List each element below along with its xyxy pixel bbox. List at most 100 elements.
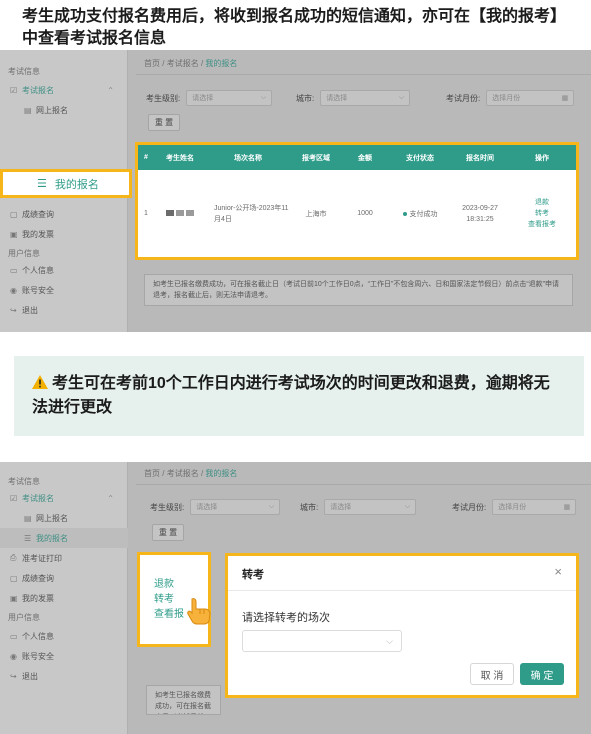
sidebar-item-score[interactable]: ▢ 成绩查询 — [0, 568, 128, 588]
warning-band: 考生可在考前10个工作日内进行考试场次的时间更改和退费，逾期将无法进行更改 — [0, 338, 591, 452]
document-icon: ▤ — [24, 513, 32, 523]
calendar-icon: ▦ — [563, 504, 571, 511]
invoice-icon: ▣ — [10, 593, 18, 603]
chevron-up-icon: ⌃ — [107, 85, 114, 95]
city-select[interactable]: 请选择 ⌵ — [320, 90, 411, 106]
reset-button[interactable]: 重 置 — [152, 524, 184, 541]
month-picker-placeholder: 选择月份 — [498, 504, 527, 511]
document-icon: ▤ — [24, 105, 32, 115]
sidebar-item-label: 成绩查询 — [22, 573, 54, 583]
column-header: # — [144, 154, 148, 161]
breadcrumb-exam-reg[interactable]: 考试报名 — [167, 59, 199, 68]
time-clock: 18:31:25 — [466, 215, 494, 223]
cell-region: 上海市 — [305, 210, 327, 218]
list-icon: ☰ — [37, 178, 47, 190]
sidebar-item-invoice[interactable]: ▣ 我的发票 — [0, 588, 128, 608]
sidebar-item-label: 账号安全 — [22, 285, 54, 295]
sidebar-item-online-reg[interactable]: ▤ 网上报名 — [0, 100, 128, 120]
sidebar-item-score[interactable]: ▢ 成绩查询 — [0, 204, 128, 224]
sidebar-item-online-reg[interactable]: ▤ 网上报名 — [0, 508, 128, 528]
level-select[interactable]: 请选择 ⌵ — [186, 90, 273, 106]
breadcrumb-home[interactable]: 首页 — [144, 59, 160, 68]
filter-city: 城市: 请选择 ⌵ — [300, 499, 417, 515]
cell-operations: 退款 转考 查看报考 — [508, 197, 576, 230]
column-header: 报名时间 — [466, 154, 494, 162]
column-header: 支付状态 — [406, 154, 434, 162]
chevron-up-icon: ⌃ — [107, 493, 114, 503]
sidebar-item-security[interactable]: ◉ 账号安全 — [0, 646, 128, 666]
divider — [136, 484, 591, 485]
checkbox-icon: ☑ — [10, 85, 18, 95]
transfer-link[interactable]: 转考 — [535, 208, 549, 219]
filter-level-label: 考生级别: — [146, 93, 181, 103]
warning-box: 考生可在考前10个工作日内进行考试场次的时间更改和退费，逾期将无法进行更改 — [14, 356, 584, 436]
sidebar-item-my-reg[interactable]: ☰ 我的报名 — [0, 169, 132, 198]
sidebar-item-admit-print[interactable]: ⎙ 准考证打印 — [0, 548, 128, 568]
refund-link[interactable]: 退款 — [154, 577, 208, 592]
chevron-down-icon: ⌵ — [260, 94, 267, 101]
cell-time: 2023-09-27 18:31:25 — [452, 203, 508, 225]
sidebar-item-invoice[interactable]: ▣ 我的发票 — [0, 224, 128, 244]
logout-icon: ↪ — [10, 671, 17, 681]
month-picker[interactable]: 选择月份 ▦ — [486, 90, 575, 106]
page: 考生成功支付报名费用后，将收到报名成功的短信通知，亦可在【我的报考】中查看考试报… — [0, 0, 591, 734]
warning-text-wrap: 考生可在考前10个工作日内进行考试场次的时间更改和退费，逾期将无法进行更改 — [32, 372, 562, 420]
sidebar-item-exam-reg[interactable]: ☑ 考试报名 ⌃ — [0, 80, 128, 100]
breadcrumb-current: 我的报名 — [205, 469, 238, 478]
filter-month: 考试月份: 选择月份 ▦ — [452, 499, 577, 515]
calendar-icon: ▦ — [561, 95, 569, 102]
pointer-hand-icon — [187, 598, 211, 625]
divider — [136, 74, 591, 75]
month-picker-placeholder: 选择月份 — [492, 95, 521, 102]
screenshot-my-registration: 考试信息 ☑ 考试报名 ⌃ ▤ 网上报名 ▢ 成绩查询 ▣ 我的发票 用户信息 … — [0, 50, 591, 332]
city-select[interactable]: 请选择 ⌵ — [324, 499, 417, 515]
confirm-button[interactable]: 确 定 — [520, 663, 564, 685]
city-select-placeholder: 请选择 — [326, 95, 348, 102]
breadcrumb-exam-reg[interactable]: 考试报名 — [167, 469, 199, 478]
cell-amount: 1000 — [357, 210, 373, 217]
filter-level-label: 考生级别: — [150, 502, 185, 512]
month-picker[interactable]: 选择月份 ▦ — [492, 499, 577, 515]
sidebar-group-user: 用户信息 — [8, 613, 40, 622]
sidebar-item-personal[interactable]: ▭ 个人信息 — [0, 626, 128, 646]
level-select-placeholder: 请选择 — [196, 504, 218, 511]
reset-button[interactable]: 重 置 — [148, 114, 180, 131]
column-header: 场次名称 — [234, 154, 262, 162]
top-caption: 考生成功支付报名费用后，将收到报名成功的短信通知，亦可在【我的报考】中查看考试报… — [22, 8, 567, 47]
table-header: # 考生姓名 场次名称 报考区域 金额 支付状态 报名时间 操作 — [138, 145, 576, 170]
refund-link[interactable]: 退款 — [535, 197, 549, 208]
filter-level: 考生级别: 请选择 ⌵ — [146, 90, 273, 106]
session-select[interactable]: ⌵ — [242, 630, 402, 652]
refund-notice: 如考生已报名缴费成功，可在报名截止日（考试日前10个工作日0点，“工作日”不包含… — [144, 274, 573, 306]
breadcrumb: 首页 / 考试报名 / 我的报名 — [144, 58, 237, 69]
sidebar-item-security[interactable]: ◉ 账号安全 — [0, 280, 128, 300]
breadcrumb-current: 我的报名 — [205, 59, 238, 68]
sidebar-item-exam-reg[interactable]: ☑ 考试报名 ⌃ — [0, 488, 128, 508]
level-select[interactable]: 请选择 ⌵ — [190, 499, 281, 515]
sidebar-item-my-reg[interactable]: ☰ 我的报名 — [0, 528, 128, 548]
logout-icon: ↪ — [10, 305, 17, 315]
column-header: 报考区域 — [302, 154, 330, 162]
list-icon: ☰ — [24, 533, 32, 543]
sidebar: 考试信息 ☑ 考试报名 ⌃ ▤ 网上报名 ☰ 我的报名 ⎙ 准考证打印 ▢ 成绩… — [0, 462, 128, 734]
pay-status-text: 支付成功 — [409, 210, 438, 218]
sidebar-item-logout[interactable]: ↪ 退出 — [0, 666, 128, 686]
breadcrumb: 首页 / 考试报名 / 我的报名 — [144, 468, 237, 479]
filter-city-label: 城市: — [300, 502, 319, 512]
sidebar-item-label: 个人信息 — [22, 631, 54, 641]
filter-city-label: 城市: — [296, 93, 315, 103]
filter-month-label: 考试月份: — [446, 93, 481, 103]
city-select-placeholder: 请选择 — [330, 504, 352, 511]
cell-session: Junior-公开场-2023年11月4日 — [214, 204, 289, 223]
sidebar-item-label: 账号安全 — [22, 651, 54, 661]
view-reg-link[interactable]: 查看报考 — [528, 219, 556, 230]
chevron-down-icon: ⌵ — [404, 503, 411, 510]
sidebar-item-logout[interactable]: ↪ 退出 — [0, 300, 128, 320]
table-row: 1 Junior-公开场-2023年11月4日 上海市 1000 支付成功 20… — [138, 170, 576, 257]
filter-month-label: 考试月份: — [452, 502, 487, 512]
breadcrumb-home[interactable]: 首页 — [144, 469, 160, 478]
close-icon[interactable]: × — [554, 564, 562, 579]
breadcrumb-separator: / — [162, 469, 165, 478]
cancel-button[interactable]: 取 消 — [470, 663, 514, 685]
sidebar-item-personal[interactable]: ▭ 个人信息 — [0, 260, 128, 280]
